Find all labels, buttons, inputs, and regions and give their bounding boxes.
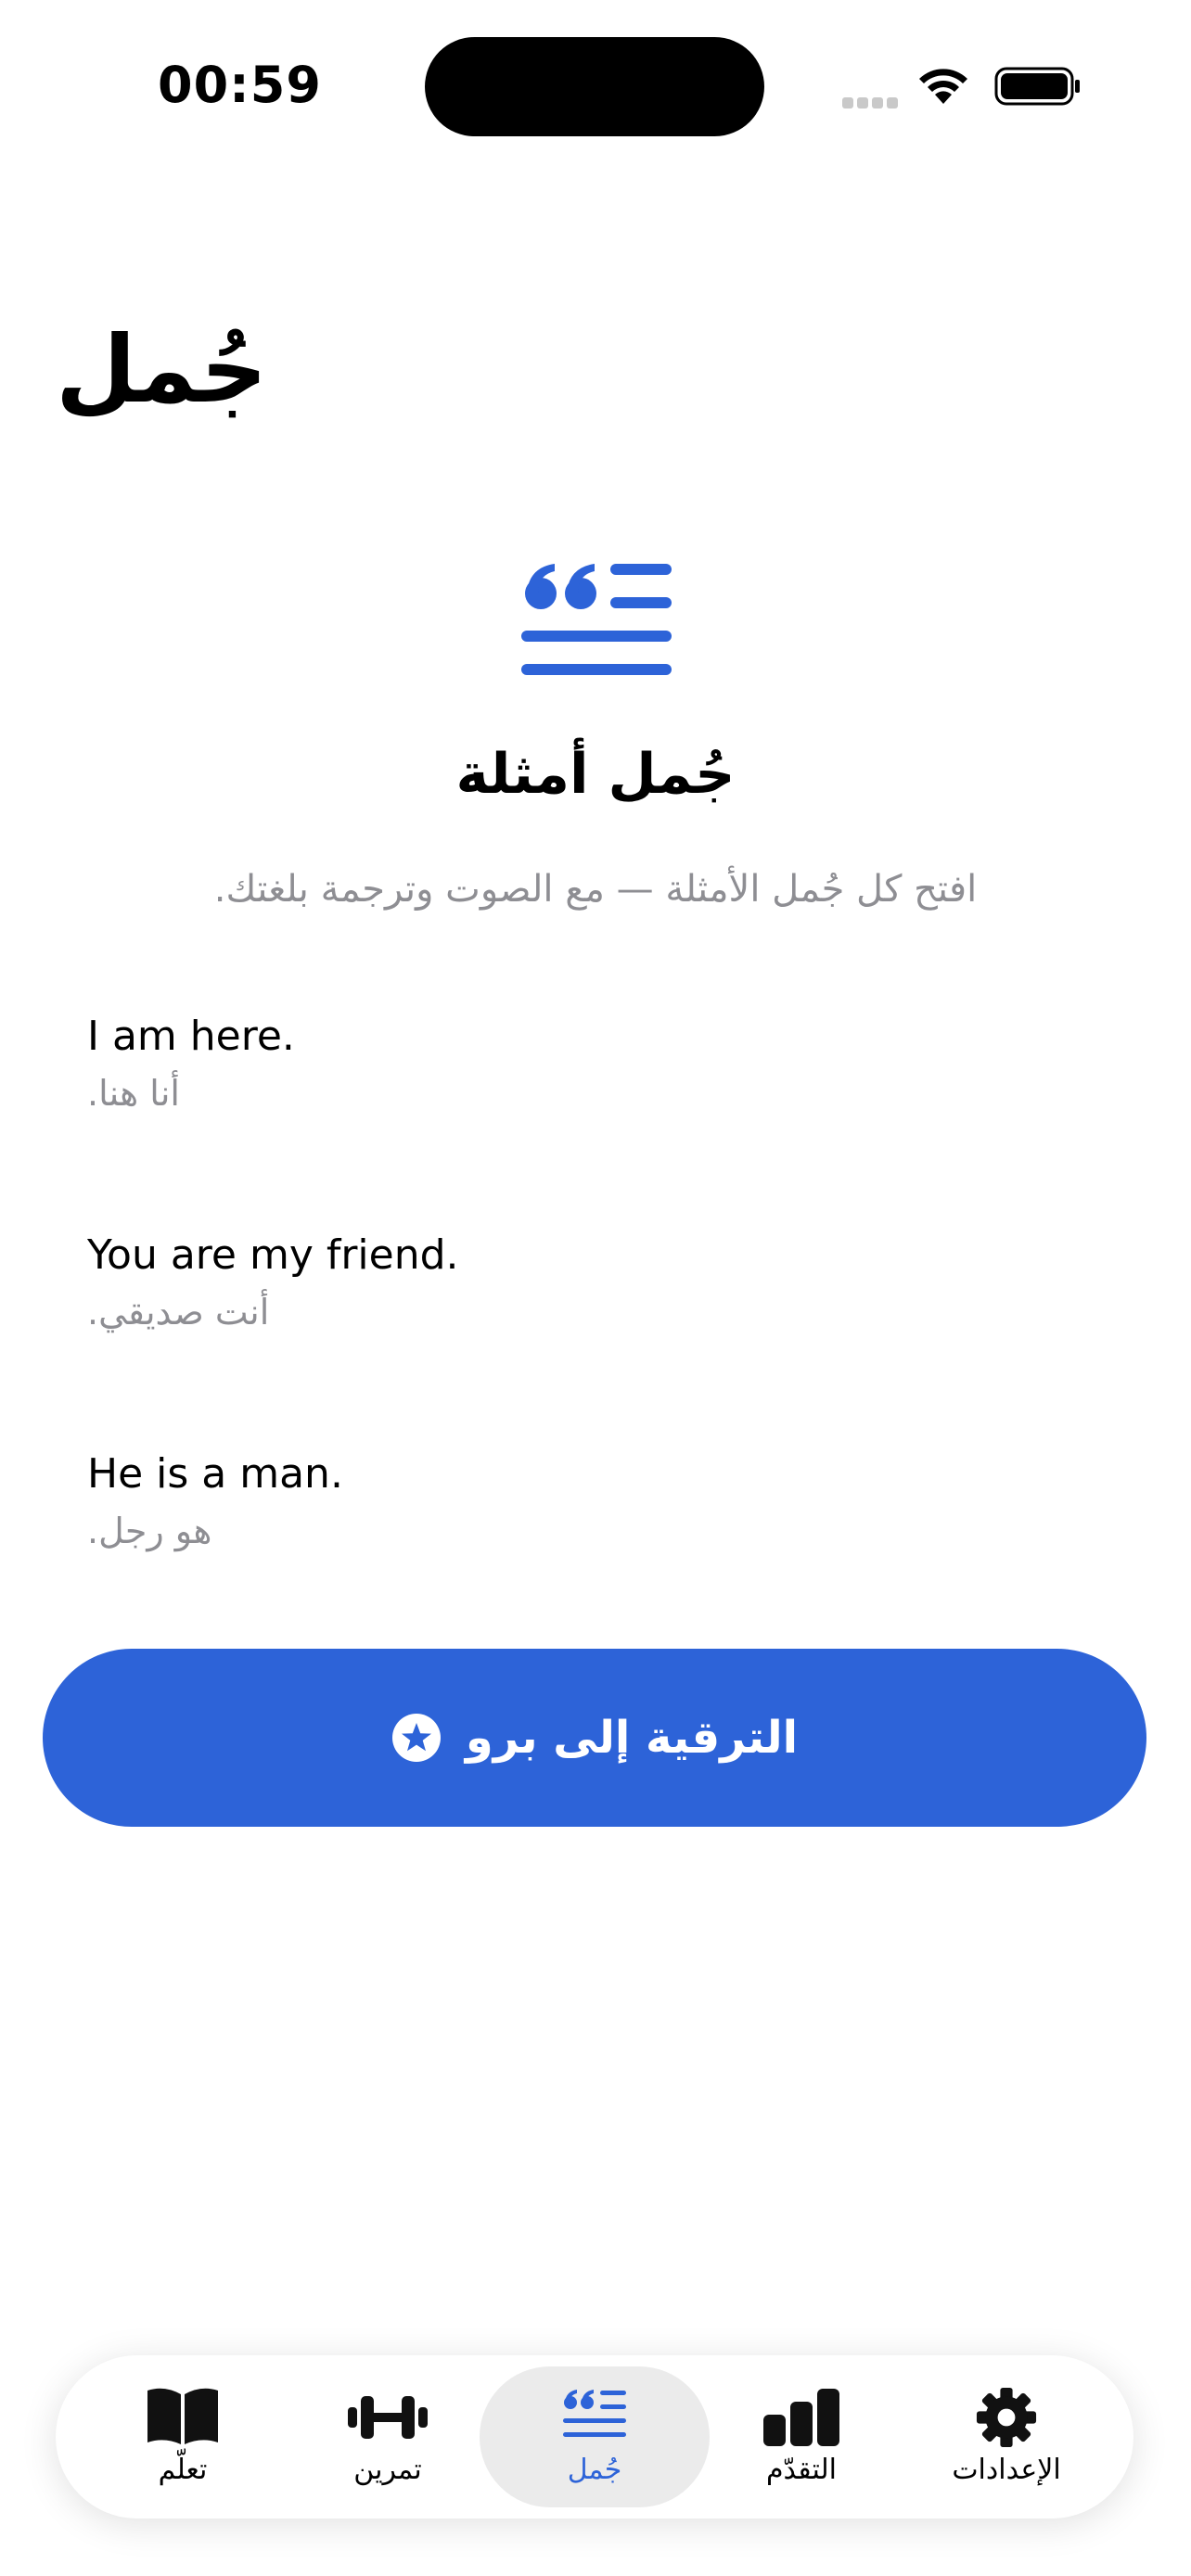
sentence-translation: أنا هنا. bbox=[87, 1073, 180, 1114]
upgrade-pro-button[interactable]: الترقية إلى برو bbox=[43, 1649, 1146, 1827]
tab-sentences[interactable]: جُمل bbox=[480, 2355, 710, 2519]
dynamic-island bbox=[425, 37, 764, 136]
sentence-english: You are my friend. bbox=[87, 1231, 459, 1279]
tab-practice[interactable]: تمرين bbox=[286, 2355, 490, 2519]
sentence-english: He is a man. bbox=[87, 1450, 343, 1498]
tab-progress[interactable]: التقدّم bbox=[699, 2355, 903, 2519]
hero-subtitle: افتح كل جُمل الأمثلة — مع الصوت وترجمة ب… bbox=[213, 868, 978, 911]
tab-label: التقدّم bbox=[765, 2454, 838, 2486]
quote-lines-icon bbox=[521, 564, 672, 675]
dumbbell-icon bbox=[348, 2396, 428, 2439]
sentence-translation: أنت صديقي. bbox=[87, 1292, 270, 1333]
bar-chart-icon bbox=[763, 2389, 839, 2446]
sentence-item[interactable]: You are my friend. أنت صديقي. bbox=[87, 1231, 1108, 1333]
tab-bar: تعلّم تمرين جُمل التقدّم الإعدادات bbox=[56, 2355, 1133, 2519]
page-title: جُمل bbox=[56, 315, 268, 424]
status-bar: 00:59 bbox=[0, 0, 1191, 176]
star-circle-icon bbox=[391, 1714, 441, 1762]
tab-label: تمرين bbox=[353, 2454, 422, 2486]
cellular-signal-icon bbox=[842, 95, 903, 108]
sentence-translation: هو رجل. bbox=[87, 1511, 212, 1551]
tab-label: الإعدادات bbox=[952, 2454, 1061, 2486]
tab-label: جُمل bbox=[567, 2454, 622, 2486]
tab-settings[interactable]: الإعدادات bbox=[904, 2355, 1108, 2519]
battery-icon bbox=[994, 67, 1080, 106]
tab-learn[interactable]: تعلّم bbox=[81, 2355, 285, 2519]
wifi-icon bbox=[919, 69, 967, 104]
gear-icon bbox=[976, 2387, 1037, 2448]
sentence-english: I am here. bbox=[87, 1013, 295, 1060]
tab-label: تعلّم bbox=[158, 2454, 208, 2486]
book-icon bbox=[147, 2388, 218, 2444]
sentence-item[interactable]: He is a man. هو رجل. bbox=[87, 1450, 1108, 1551]
upgrade-label: الترقية إلى برو bbox=[465, 1712, 799, 1764]
sentence-item[interactable]: I am here. أنا هنا. bbox=[87, 1013, 1108, 1114]
quote-lines-icon bbox=[563, 2390, 626, 2437]
hero-title: جُمل أمثلة bbox=[455, 742, 736, 807]
status-time: 00:59 bbox=[158, 56, 322, 114]
